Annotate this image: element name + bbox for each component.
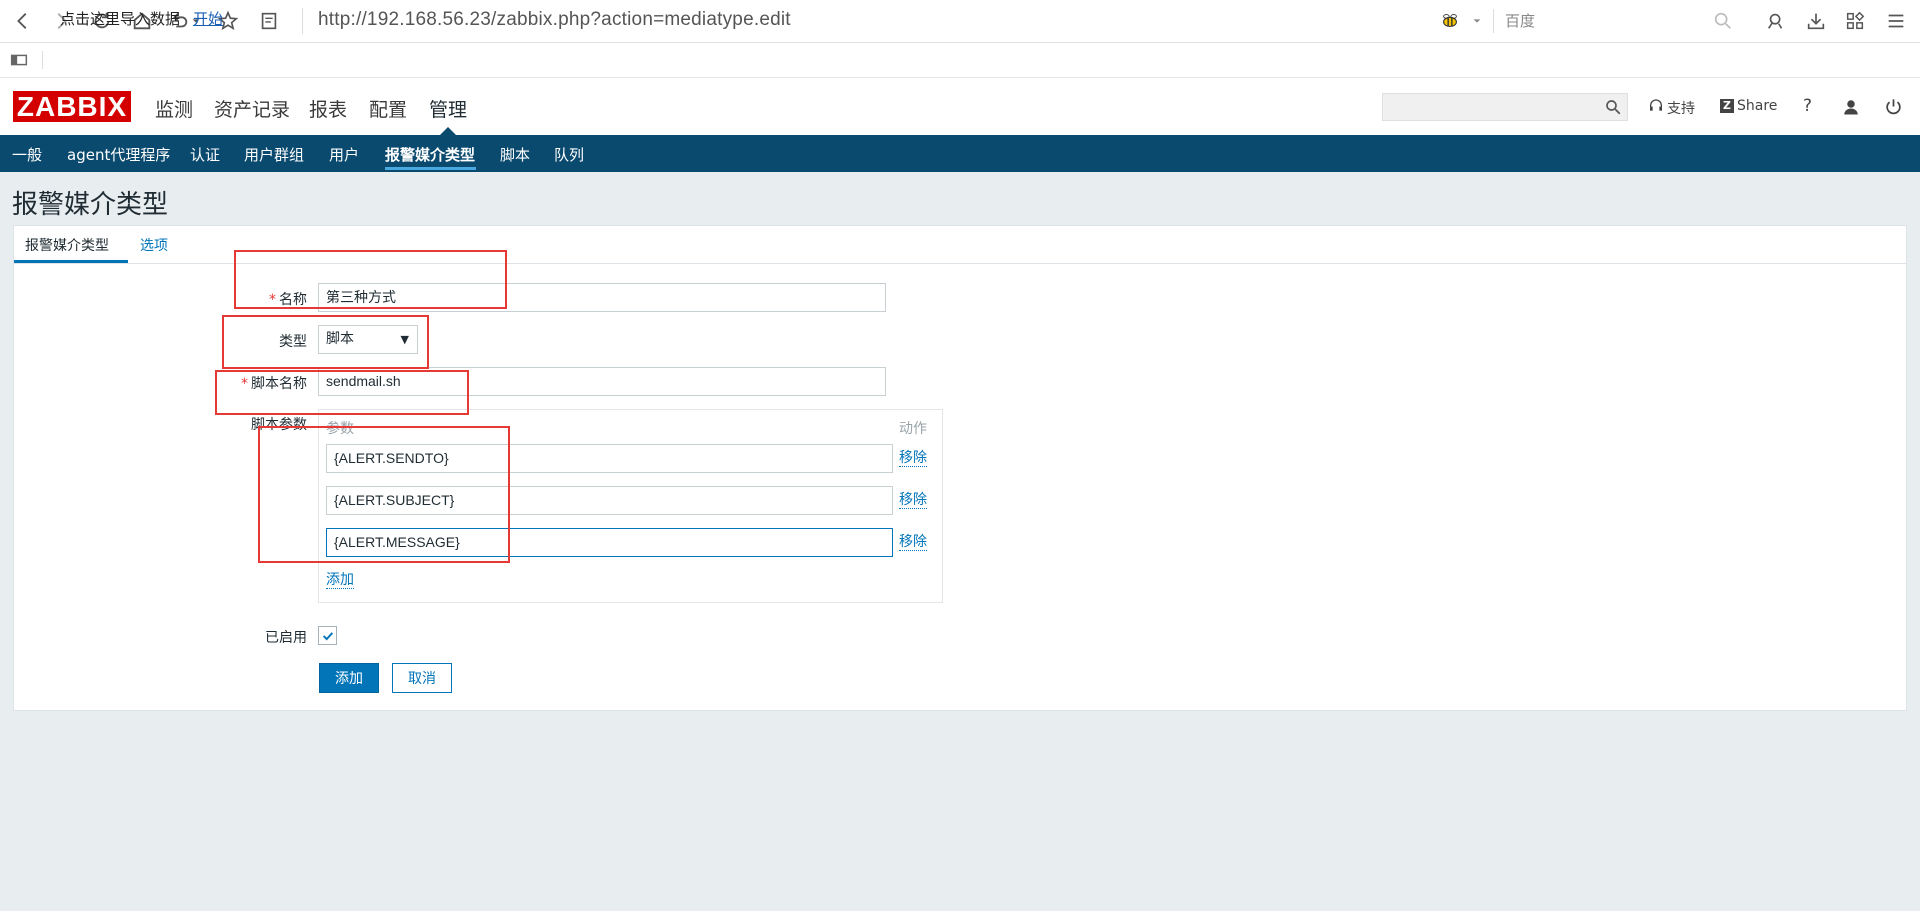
- subnav-general[interactable]: 一般: [12, 144, 42, 165]
- share-icon: Z: [1720, 99, 1734, 113]
- search-icon[interactable]: [1604, 98, 1622, 116]
- script-name-label-text: 脚本名称: [251, 376, 307, 392]
- script-params-label: 脚本参数: [251, 417, 307, 433]
- menu-configuration[interactable]: 配置: [369, 95, 407, 122]
- enabled-checkbox[interactable]: [318, 626, 337, 645]
- headset-icon: [1648, 98, 1664, 118]
- required-marker: *: [241, 376, 248, 392]
- chevron-down-icon: ▼: [400, 333, 409, 346]
- script-name-input[interactable]: sendmail.sh: [318, 367, 886, 396]
- header-search-input[interactable]: [1382, 93, 1628, 121]
- checkmark-icon: [322, 631, 333, 640]
- zabbix-logo[interactable]: ZABBIX: [13, 91, 131, 122]
- search-icon[interactable]: [1710, 8, 1736, 34]
- name-label: * 名称: [107, 289, 307, 309]
- menu-reports[interactable]: 报表: [309, 95, 347, 122]
- required-marker: *: [269, 292, 276, 308]
- page-title: 报警媒介类型: [12, 190, 169, 220]
- browser-search-input[interactable]: 百度: [1505, 10, 1535, 31]
- bookmark-start-link[interactable]: 开始: [193, 8, 223, 29]
- remove-param-2-link[interactable]: 移除: [899, 492, 927, 509]
- script-name-label: * 脚本名称: [107, 373, 307, 393]
- download-icon[interactable]: [1803, 8, 1829, 34]
- params-column-header: 参数: [326, 421, 354, 437]
- enabled-label: 已启用: [265, 630, 307, 646]
- share-label: Share: [1737, 98, 1778, 114]
- browser-toolbar: [0, 0, 1920, 43]
- bookmark-import-text: 点击这里导入数据: [60, 10, 181, 28]
- bookmark-separator: [42, 51, 43, 69]
- name-label-text: 名称: [279, 292, 307, 308]
- add-button[interactable]: 添加: [319, 663, 379, 693]
- param-input-3[interactable]: {ALERT.MESSAGE}: [326, 528, 893, 557]
- tab-options[interactable]: 选项: [140, 235, 168, 255]
- share-link[interactable]: Z Share: [1720, 98, 1777, 114]
- support-link[interactable]: 支持: [1648, 98, 1695, 118]
- search-separator: [1493, 9, 1494, 33]
- tab-media-type[interactable]: 报警媒介类型: [25, 235, 109, 255]
- subnav-users[interactable]: 用户: [329, 144, 359, 165]
- back-icon[interactable]: [10, 8, 36, 34]
- remove-param-3-link[interactable]: 移除: [899, 534, 927, 551]
- add-param-link[interactable]: 添加: [326, 572, 354, 589]
- remove-param-1-link[interactable]: 移除: [899, 450, 927, 467]
- param-input-1[interactable]: {ALERT.SENDTO}: [326, 444, 893, 473]
- menu-monitoring[interactable]: 监测: [155, 95, 193, 122]
- help-link[interactable]: ?: [1803, 96, 1812, 116]
- cancel-button[interactable]: 取消: [392, 663, 452, 693]
- subnav-media-types[interactable]: 报警媒介类型: [385, 144, 475, 165]
- param-input-2[interactable]: {ALERT.SUBJECT}: [326, 486, 893, 515]
- user-profile-icon[interactable]: [1842, 98, 1860, 120]
- bee-icon[interactable]: [1437, 8, 1463, 34]
- sign-out-icon[interactable]: [1884, 97, 1903, 120]
- menu-inventory[interactable]: 资产记录: [214, 95, 290, 122]
- type-label: 类型: [279, 334, 307, 350]
- subnav-user-groups[interactable]: 用户群组: [244, 144, 304, 165]
- account-icon[interactable]: [1763, 8, 1789, 34]
- subnav-active-underline: [385, 167, 476, 170]
- name-input[interactable]: 第三种方式: [318, 283, 886, 312]
- tab-active-underline: [14, 260, 128, 263]
- apps-icon[interactable]: [1842, 8, 1868, 34]
- bookmark-bar: [0, 43, 1920, 78]
- action-column-header: 动作: [899, 421, 927, 437]
- type-select[interactable]: 脚本 ▼: [318, 325, 418, 354]
- subnav-scripts[interactable]: 脚本: [500, 144, 530, 165]
- type-select-value: 脚本: [326, 331, 354, 347]
- subnav-queue[interactable]: 队列: [554, 144, 584, 165]
- address-separator: [302, 8, 303, 34]
- menu-icon[interactable]: [1883, 8, 1909, 34]
- engine-dropdown-icon[interactable]: [1470, 8, 1484, 34]
- tabs-divider: [14, 263, 1906, 264]
- subnav-proxies[interactable]: agent代理程序: [67, 144, 170, 165]
- support-label: 支持: [1667, 101, 1695, 117]
- sidebar-toggle-icon[interactable]: [6, 47, 32, 73]
- subnav-authentication[interactable]: 认证: [190, 144, 220, 165]
- address-bar[interactable]: http://192.168.56.23/zabbix.php?action=m…: [318, 9, 791, 31]
- menu-administration[interactable]: 管理: [429, 95, 467, 122]
- reader-icon[interactable]: [256, 8, 282, 34]
